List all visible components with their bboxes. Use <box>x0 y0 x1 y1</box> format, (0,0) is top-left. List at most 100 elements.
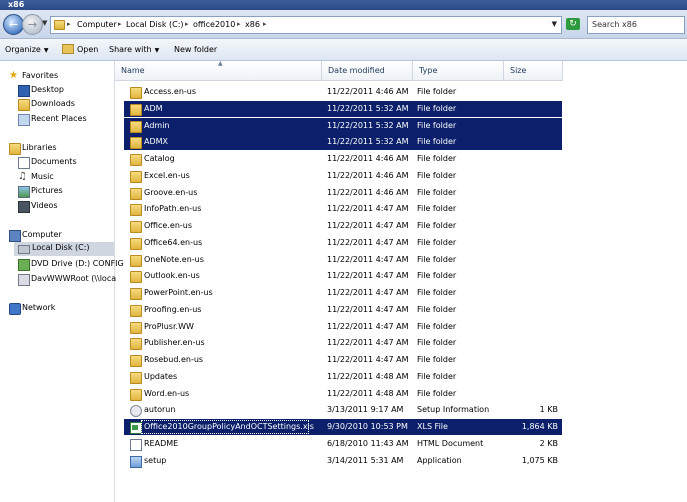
file-row[interactable]: autorun 3/13/2011 9:17 AM Setup Informatio… <box>124 402 562 418</box>
file-row[interactable]: PowerPoint.en-us 11/22/2011 4:47 AM File f… <box>124 285 562 301</box>
file-row[interactable]: README 6/18/2010 11:43 AM HTML Document 2 K… <box>124 436 562 452</box>
file-date-modified: 11/22/2011 4:48 AM <box>327 371 409 381</box>
folder-icon <box>130 170 142 183</box>
file-row[interactable]: Office.en-us 11/22/2011 4:47 AM File folde… <box>124 218 562 234</box>
history-dropdown-icon[interactable]: ▼ <box>42 19 47 27</box>
file-date-modified: 9/30/2010 10:53 PM <box>327 422 408 431</box>
file-row[interactable]: Office64.en-us 11/22/2011 4:47 AM File fol… <box>124 235 562 251</box>
file-date-modified: 11/22/2011 4:47 AM <box>327 304 409 314</box>
file-type: XLS File <box>417 422 448 431</box>
downloads-icon <box>18 99 30 111</box>
crumb-separator-icon[interactable]: ▸ <box>185 20 189 28</box>
file-row[interactable]: OneNote.en-us 11/22/2011 4:47 AM File fold… <box>124 252 562 268</box>
nav-computer-label: Computer <box>22 230 62 239</box>
column-header-name[interactable]: Name ▲ <box>115 60 322 81</box>
address-dropdown-icon[interactable]: ▼ <box>552 20 557 28</box>
file-row[interactable]: InfoPath.en-us 11/22/2011 4:47 AM File fol… <box>124 201 562 217</box>
nav-local-disk[interactable]: Local Disk (C:) <box>14 242 114 256</box>
file-row[interactable]: ADM 11/22/2011 5:32 AM File folder <box>124 100 562 117</box>
folder-icon <box>130 355 142 367</box>
file-row[interactable]: Word.en-us 11/22/2011 4:48 AM File folder <box>124 386 562 402</box>
file-row[interactable]: Groove.en-us 11/22/2011 4:46 AM File folde… <box>124 185 562 201</box>
file-row[interactable]: Rosebud.en-us 11/22/2011 4:47 AM File fold… <box>124 352 562 368</box>
file-name: ProPlusr.WW <box>144 321 194 331</box>
search-input[interactable]: Search x86 <box>587 16 685 34</box>
file-type: File folder <box>417 355 457 364</box>
file-row[interactable]: Access.en-us 11/22/2011 4:46 AM File folde… <box>124 84 562 100</box>
file-name: Excel.en-us <box>144 170 190 180</box>
crumb-separator-icon[interactable]: ▸ <box>237 20 241 28</box>
organize-button[interactable]: Organize ▼ <box>5 45 48 54</box>
file-date-modified: 11/22/2011 4:47 AM <box>327 288 409 297</box>
file-size: 1,864 KB <box>521 422 558 431</box>
file-date-modified: 11/22/2011 5:32 AM <box>327 137 409 147</box>
file-row[interactable]: Office2010GroupPolicyAndOCTSettings.xls 9… <box>124 419 562 435</box>
file-row[interactable]: Publisher.en-us 11/22/2011 4:47 AM File fo… <box>124 335 562 351</box>
file-type: File folder <box>417 288 457 297</box>
crumb-separator-icon[interactable]: ▸ <box>263 20 267 28</box>
open-button[interactable]: Open <box>77 45 98 54</box>
file-size: 1 KB <box>539 405 558 415</box>
folder-icon <box>130 103 142 116</box>
chevron-down-icon: ▼ <box>43 47 49 54</box>
crumb-x86[interactable]: x86 <box>245 20 260 29</box>
recent-places-icon <box>18 114 30 126</box>
file-type: File folder <box>417 388 457 398</box>
file-date-modified: 11/22/2011 4:47 AM <box>327 338 409 348</box>
dvd-drive-icon <box>18 259 30 271</box>
file-row[interactable]: Excel.en-us 11/22/2011 4:46 AM File folder <box>124 168 562 184</box>
application-icon <box>130 455 142 468</box>
folder-icon <box>130 338 142 351</box>
new-folder-button[interactable]: New folder <box>174 45 217 54</box>
nav-desktop-label: Desktop <box>31 85 64 94</box>
crumb-separator-icon[interactable]: ▸ <box>118 20 122 28</box>
file-name: Groove.en-us <box>144 187 198 197</box>
nav-recent-places-label: Recent Places <box>31 114 87 123</box>
address-bar[interactable]: ▸ Computer ▸ Local Disk (C:) ▸ office201… <box>50 16 562 34</box>
file-date-modified: 6/18/2010 11:43 AM <box>327 438 409 448</box>
folder-icon <box>130 304 142 317</box>
column-header-type[interactable]: Type <box>413 61 504 81</box>
file-name: Outlook.en-us <box>144 271 200 281</box>
crumb-separator-icon[interactable]: ▸ <box>67 20 71 28</box>
file-type: File folder <box>417 87 457 96</box>
file-name: Rosebud.en-us <box>144 355 204 364</box>
forward-button[interactable]: → <box>22 14 43 35</box>
folder-icon <box>130 204 142 217</box>
file-row[interactable]: Catalog 11/22/2011 4:46 AM File folder <box>124 151 562 167</box>
file-row[interactable]: ADMX 11/22/2011 5:32 AM File folder <box>124 134 562 151</box>
file-row[interactable]: setup 3/14/2011 5:31 AM Application 1,075 K… <box>124 453 562 469</box>
videos-icon <box>18 201 30 213</box>
column-name-label: Name <box>121 66 145 75</box>
command-bar: Organize ▼ Open Share with ▼ New folder <box>0 39 687 61</box>
file-row[interactable]: Proofing.en-us 11/22/2011 4:47 AM File fol… <box>124 302 562 318</box>
crumb-office2010[interactable]: office2010 <box>193 20 235 29</box>
column-header-size[interactable]: Size <box>504 61 563 81</box>
window-title: x86 <box>8 0 25 9</box>
column-header-date[interactable]: Date modified <box>322 61 413 81</box>
file-type: File folder <box>417 237 457 247</box>
file-size: 1,075 KB <box>521 455 558 465</box>
nav-documents-label: Documents <box>31 157 77 166</box>
refresh-icon[interactable]: ↻ <box>566 18 580 30</box>
file-name: Word.en-us <box>144 388 190 398</box>
folder-icon <box>130 371 142 384</box>
file-date-modified: 11/22/2011 4:47 AM <box>327 204 409 214</box>
nav-downloads-label: Downloads <box>31 99 75 108</box>
crumb-local-disk[interactable]: Local Disk (C:) <box>126 20 184 29</box>
file-type: File folder <box>417 371 457 381</box>
file-name: Updates <box>144 371 178 381</box>
back-button[interactable]: ← <box>3 14 24 35</box>
file-row[interactable]: Admin 11/22/2011 5:32 AM File folder <box>124 117 562 134</box>
file-name: Office.en-us <box>144 221 193 230</box>
file-row[interactable]: ProPlusr.WW 11/22/2011 4:47 AM File folder <box>124 319 562 335</box>
file-type: File folder <box>417 137 457 147</box>
file-row[interactable]: Updates 11/22/2011 4:48 AM File folder <box>124 369 562 385</box>
file-type: File folder <box>417 103 457 113</box>
file-row[interactable]: Outlook.en-us 11/22/2011 4:47 AM File fold… <box>124 268 562 284</box>
crumb-computer[interactable]: Computer <box>77 20 117 29</box>
share-with-button[interactable]: Share with ▼ <box>109 45 159 54</box>
pictures-icon <box>18 186 30 198</box>
setup-information-icon <box>130 405 142 418</box>
column-type-label: Type <box>419 66 438 75</box>
